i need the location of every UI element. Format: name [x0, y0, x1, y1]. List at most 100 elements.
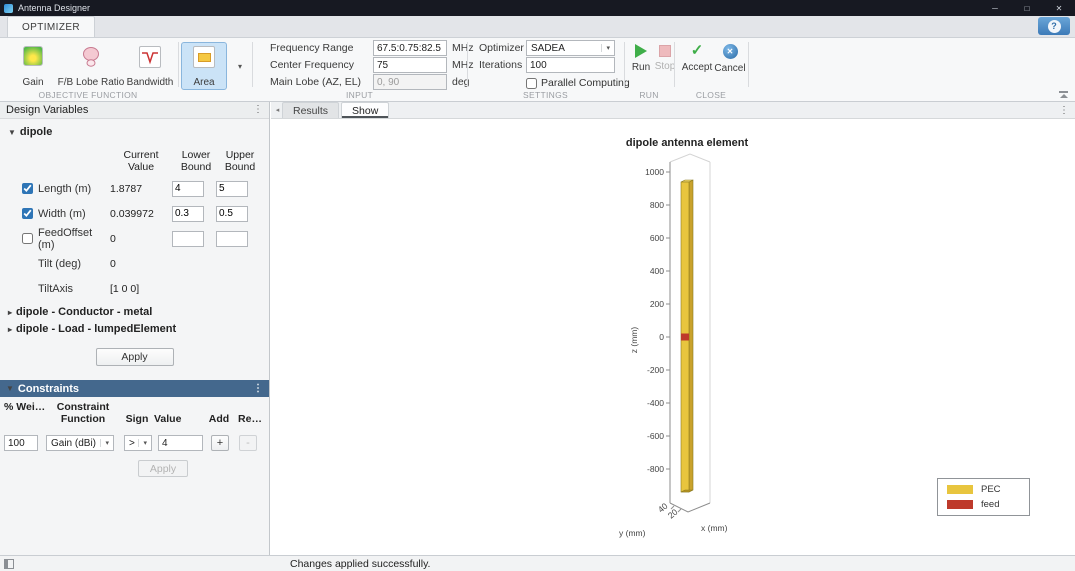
tab-optimizer[interactable]: OPTIMIZER — [7, 16, 95, 37]
svg-text:0: 0 — [659, 332, 664, 342]
stop-icon — [659, 45, 671, 57]
sign-select[interactable]: > ▾ — [124, 435, 152, 451]
fb-lobe-ratio-button[interactable]: F/B Lobe Ratio — [58, 42, 124, 90]
column-header-weight: % Wei… — [4, 402, 46, 414]
overflow-menu-icon[interactable]: ⋮ — [253, 105, 263, 115]
svg-text:-800: -800 — [647, 464, 664, 474]
help-icon: ? — [1048, 20, 1061, 33]
column-header-current: Current Value — [110, 149, 172, 173]
section-load-lumpedelement[interactable]: ▸ dipole - Load - lumpedElement — [0, 318, 269, 335]
variable-label: FeedOffset (m) — [38, 227, 110, 251]
dipole-geometry[interactable] — [681, 180, 693, 492]
parallel-computing-row: Parallel Computing — [526, 75, 630, 91]
minimize-button[interactable]: ─ — [979, 0, 1011, 16]
feedoffset-upper-bound-input[interactable] — [216, 231, 248, 247]
plot-legend: PEC feed — [937, 478, 1030, 516]
maximize-button[interactable]: □ — [1011, 0, 1043, 16]
width-upper-bound-input[interactable] — [216, 206, 248, 222]
feedoffset-checkbox[interactable] — [22, 233, 33, 244]
current-value: 0.039972 — [110, 208, 172, 220]
frequency-range-input[interactable] — [373, 40, 447, 56]
optimizer-toolbar: Gain F/B Lobe Ratio Bandwidth Area ▾ OBJ… — [0, 38, 1075, 102]
weight-input[interactable] — [4, 435, 38, 451]
center-frequency-input[interactable] — [373, 57, 447, 73]
z-axis — [666, 162, 670, 503]
feedoffset-lower-bound-input[interactable] — [172, 231, 204, 247]
feed-swatch — [947, 500, 973, 509]
main-lobe-label: Main Lobe (AZ, EL) — [270, 76, 373, 88]
gain-button[interactable]: Gain — [10, 42, 56, 90]
center-frequency-row: Center Frequency MHz — [270, 57, 474, 73]
section-label-run: RUN — [624, 90, 674, 100]
constraints-header[interactable]: ▼ Constraints ⋮ — [0, 380, 269, 397]
design-variables-header: Design Variables ⋮ — [0, 102, 269, 119]
frequency-range-label: Frequency Range — [270, 42, 373, 54]
column-header-add: Add — [202, 414, 236, 426]
frequency-range-unit: MHz — [452, 42, 474, 54]
constraints-panel: ▼ Constraints ⋮ % Wei… Constraint Functi… — [0, 380, 269, 477]
constraints-apply-button: Apply — [138, 460, 188, 477]
area-button[interactable]: Area — [181, 42, 227, 90]
dipole-group-row[interactable]: ▼ dipole — [0, 119, 269, 140]
parallel-computing-checkbox[interactable] — [526, 78, 537, 89]
svg-text:200: 200 — [650, 299, 664, 309]
column-header-upper: Upper Bound — [216, 149, 256, 173]
constraints-title: Constraints — [18, 383, 79, 395]
column-header-function: Constraint Function — [46, 402, 120, 425]
design-variables-title: Design Variables — [6, 104, 88, 116]
accept-button[interactable]: ✓ Accept — [678, 44, 716, 73]
cancel-button[interactable]: ✕ Cancel — [712, 44, 748, 74]
section-label-objective: OBJECTIVE FUNCTION — [0, 90, 176, 100]
parallel-computing-label: Parallel Computing — [541, 77, 630, 89]
variable-row-tilt: Tilt (deg) 0 — [0, 251, 269, 276]
variable-label: Tilt (deg) — [38, 258, 110, 270]
collapse-panel-icon[interactable]: ◂ — [273, 102, 282, 118]
length-lower-bound-input[interactable] — [172, 181, 204, 197]
constraint-value-input[interactable] — [158, 435, 203, 451]
section-conductor-metal[interactable]: ▸ dipole - Conductor - metal — [0, 301, 269, 318]
app-icon — [4, 4, 13, 13]
variable-row-feedoffset: FeedOffset (m) 0 — [0, 226, 269, 251]
iterations-input[interactable] — [526, 57, 615, 73]
variable-row-length: Length (m) 1.8787 — [0, 176, 269, 201]
frequency-range-row: Frequency Range MHz — [270, 40, 474, 56]
design-variables-panel: Design Variables ⋮ ▼ dipole Current Valu… — [0, 102, 270, 555]
objective-dropdown-button[interactable]: ▾ — [232, 42, 248, 90]
help-button[interactable]: ? — [1038, 17, 1070, 35]
overflow-menu-icon[interactable]: ⋮ — [253, 384, 263, 394]
antenna-geometry-plot[interactable]: 1000 800 600 400 200 0 -200 -400 -600 -8… — [601, 150, 801, 545]
ribbon-tabstrip: OPTIMIZER ? — [0, 16, 1075, 38]
length-checkbox[interactable] — [22, 183, 33, 194]
current-value: 0 — [110, 258, 172, 270]
width-checkbox[interactable] — [22, 208, 33, 219]
add-constraint-button[interactable]: + — [211, 435, 229, 451]
column-header-remove: Re… — [236, 414, 264, 426]
length-upper-bound-input[interactable] — [216, 181, 248, 197]
variable-label: Length (m) — [38, 183, 110, 195]
current-value: [1 0 0] — [110, 283, 172, 295]
iterations-label: Iterations — [479, 59, 526, 71]
overflow-menu-icon[interactable]: ⋮ — [1059, 105, 1069, 116]
tab-show[interactable]: Show — [341, 102, 389, 118]
collapse-ribbon-button[interactable] — [1059, 91, 1068, 98]
main-lobe-row: Main Lobe (AZ, EL) deg — [270, 74, 470, 90]
x-axis-label: x (mm) — [701, 523, 728, 533]
width-lower-bound-input[interactable] — [172, 206, 204, 222]
bandwidth-button[interactable]: Bandwidth — [126, 42, 174, 90]
design-variables-column-headers: Current Value Lower Bound Upper Bound — [0, 140, 269, 176]
tab-results[interactable]: Results — [282, 102, 339, 118]
svg-text:-200: -200 — [647, 365, 664, 375]
variable-row-width: Width (m) 0.039972 — [0, 201, 269, 226]
status-message: Changes applied successfully. — [290, 558, 430, 570]
z-axis-label: z (mm) — [629, 327, 639, 354]
close-button[interactable]: ✕ — [1043, 0, 1075, 16]
current-value: 0 — [110, 233, 172, 245]
constraint-function-select[interactable]: Gain (dBi) ▾ — [46, 435, 114, 451]
design-variables-apply-button[interactable]: Apply — [96, 348, 174, 366]
chevron-down-icon: ▾ — [601, 44, 610, 52]
main-lobe-input — [373, 74, 447, 90]
chevron-right-icon: ▸ — [8, 308, 12, 317]
document-tabbar: ◂ Results Show ⋮ — [271, 102, 1075, 119]
optimizer-select[interactable]: SADEA ▾ — [526, 40, 615, 56]
center-frequency-label: Center Frequency — [270, 59, 373, 71]
